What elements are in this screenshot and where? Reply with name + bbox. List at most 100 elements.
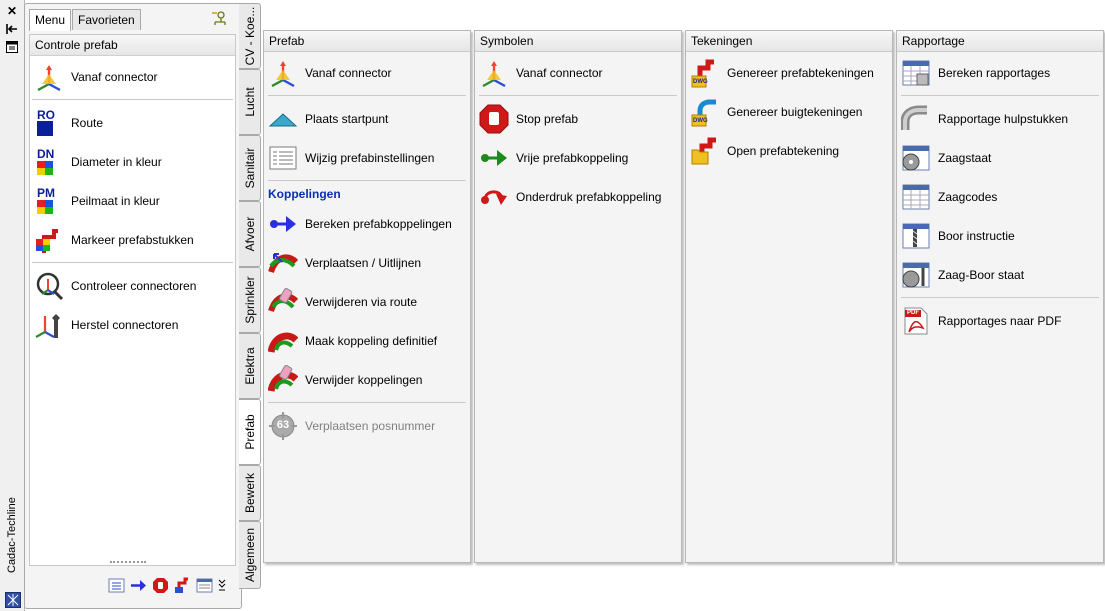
tool-label: Vanaf connector [305, 65, 392, 80]
repair-connector-icon [34, 310, 64, 340]
tab-sanitair[interactable]: Sanitair [239, 135, 261, 201]
tool-boor-instructie[interactable]: Boor instructie [897, 216, 1103, 255]
tool-label: Verwijderen via route [305, 294, 418, 309]
tool-label: Rapportage hulpstukken [938, 111, 1069, 126]
tool-stop-prefab[interactable]: Stop prefab [475, 99, 681, 138]
tool-plaats-startpunt[interactable]: Plaats startpunt [264, 99, 470, 138]
tab-menu[interactable]: Menu [29, 9, 72, 31]
tool-verplaatsen-uitlijnen[interactable]: Verplaatsen / Uitlijnen [264, 243, 470, 282]
tool-label: Route [71, 115, 104, 130]
tab-label: Afvoer [242, 216, 257, 252]
tool-peilmaat-in-kleur[interactable]: PM Peilmaat in kleur [30, 181, 235, 220]
magnifier-connector-icon [34, 271, 64, 301]
free-coupling-icon [479, 143, 509, 173]
separator [268, 95, 466, 96]
separator [32, 99, 233, 100]
tool-rapportage-hulpstukken[interactable]: Rapportage hulpstukken [897, 99, 1103, 138]
tool-route[interactable]: RO Route [30, 103, 235, 142]
tool-genereer-buigtekeningen[interactable]: DWG Genereer buigtekeningen [686, 92, 892, 131]
tool-zaagstaat[interactable]: Zaagstaat [897, 138, 1103, 177]
tool-label: Genereer prefabtekeningen [727, 65, 874, 80]
app-icon[interactable] [5, 592, 21, 608]
properties-icon[interactable] [5, 40, 19, 54]
tab-label: Lucht [242, 87, 257, 117]
remove-via-route-icon [268, 287, 298, 317]
tool-bereken-rapportages[interactable]: Bereken rapportages [897, 53, 1103, 92]
tool-markeer-prefabstukken[interactable]: Markeer prefabstukken [30, 220, 235, 259]
tool-label: Diameter in kleur [71, 154, 162, 169]
tool-controleer-connectoren[interactable]: Controleer connectoren [30, 266, 235, 305]
elbow-pipe-icon [901, 104, 931, 134]
tool-vanaf-connector[interactable]: Vanaf connector [264, 53, 470, 92]
separator [268, 180, 466, 181]
tool-verplaatsen-posnummer[interactable]: 63 Verplaatsen posnummer [264, 406, 470, 445]
stop-hand-icon [479, 104, 509, 134]
posnumber-badge: 63 [276, 418, 290, 431]
tab-afvoer[interactable]: Afvoer [239, 201, 261, 267]
tool-wijzig-prefabinstellingen[interactable]: Wijzig prefabinstellingen [264, 138, 470, 177]
peilmaat-color-icon: PM [34, 186, 64, 216]
tab-label: Sanitair [242, 147, 257, 189]
connector-axes-icon [479, 58, 509, 88]
tab-label: Sprinkler [242, 276, 257, 324]
route-icon: RO [34, 108, 64, 138]
tool-label: Markeer prefabstukken [71, 232, 194, 247]
diameter-badge: DN [37, 146, 55, 161]
panel-title: Symbolen [475, 31, 681, 52]
tool-onderdruk-prefabkoppeling[interactable]: Onderdruk prefabkoppeling [475, 177, 681, 216]
tool-verwijderen-via-route[interactable]: Verwijderen via route [264, 282, 470, 321]
panel-title: Rapportage [897, 31, 1103, 52]
auto-hide-icon[interactable] [5, 22, 19, 36]
tool-herstel-connectoren[interactable]: Herstel connectoren [30, 305, 235, 344]
tool-bereken-prefabkoppelingen[interactable]: Bereken prefabkoppelingen [264, 204, 470, 243]
markeer-prefab-icon [34, 225, 64, 255]
tab-lucht[interactable]: Lucht [239, 69, 261, 135]
separator [479, 95, 677, 96]
dwg-icon[interactable] [174, 577, 191, 594]
tool-label: Genereer buigtekeningen [727, 104, 863, 119]
close-icon[interactable]: ✕ [5, 4, 19, 18]
section-koppelingen: Koppelingen [268, 187, 341, 201]
tool-vanaf-connector[interactable]: Vanaf connector [475, 53, 681, 92]
tool-maak-koppeling-definitief[interactable]: Maak koppeling definitief [264, 321, 470, 360]
more-tools-icon[interactable] [218, 577, 226, 594]
tool-zaagcodes[interactable]: Zaagcodes [897, 177, 1103, 216]
tool-palette: Menu Favorieten Controle prefab Vanaf co… [24, 3, 242, 609]
tab-label: CV - Koe... [242, 6, 257, 66]
pdf-icon: PDF [901, 306, 931, 336]
tool-vanaf-connector[interactable]: Vanaf connector [30, 57, 235, 96]
tool-label: Herstel connectoren [71, 317, 179, 332]
arrow-right-icon[interactable] [130, 577, 147, 594]
tool-genereer-prefabtekeningen[interactable]: DWG Genereer prefabtekeningen [686, 53, 892, 92]
table-icon [901, 182, 931, 212]
tab-elektra[interactable]: Elektra [239, 333, 261, 399]
list-icon[interactable] [108, 577, 125, 594]
connector-axes-icon [268, 58, 298, 88]
diameter-color-icon: DN [34, 147, 64, 177]
tool-label: Plaats startpunt [305, 111, 389, 126]
tab-favorieten[interactable]: Favorieten [72, 9, 141, 30]
tool-verwijder-koppelingen[interactable]: Verwijder koppelingen [264, 360, 470, 399]
tab-cv-koelen[interactable]: CV - Koe... [239, 3, 261, 69]
category-tabs: CV - Koe... Lucht Sanitair Afvoer Sprink… [239, 3, 261, 589]
tool-zaag-boor-staat[interactable]: Zaag-Boor staat [897, 255, 1103, 294]
tool-rapportages-naar-pdf[interactable]: PDF Rapportages naar PDF [897, 301, 1103, 340]
tab-prefab[interactable]: Prefab [239, 399, 261, 465]
dwg-bend-icon: DWG [690, 97, 720, 127]
palette-bottom-toolbar [29, 570, 234, 600]
tool-label: Bereken prefabkoppelingen [305, 216, 452, 231]
hierarchy-icon[interactable] [210, 11, 228, 27]
tab-bewerk[interactable]: Bewerk [239, 465, 261, 521]
report-icon[interactable] [196, 577, 213, 594]
tool-open-prefabtekening[interactable]: Open prefabtekening [686, 131, 892, 170]
tool-label: Zaagcodes [938, 189, 998, 204]
tool-vrije-prefabkoppeling[interactable]: Vrije prefabkoppeling [475, 138, 681, 177]
tab-sprinkler[interactable]: Sprinkler [239, 267, 261, 333]
tool-diameter-in-kleur[interactable]: DN Diameter in kleur [30, 142, 235, 181]
resize-grip[interactable] [110, 561, 146, 566]
separator [901, 297, 1099, 298]
stop-icon[interactable] [152, 577, 169, 594]
drill-report-icon [901, 221, 931, 251]
tool-label: Maak koppeling definitief [305, 333, 438, 348]
tab-algemeen[interactable]: Algemeen [239, 521, 261, 589]
